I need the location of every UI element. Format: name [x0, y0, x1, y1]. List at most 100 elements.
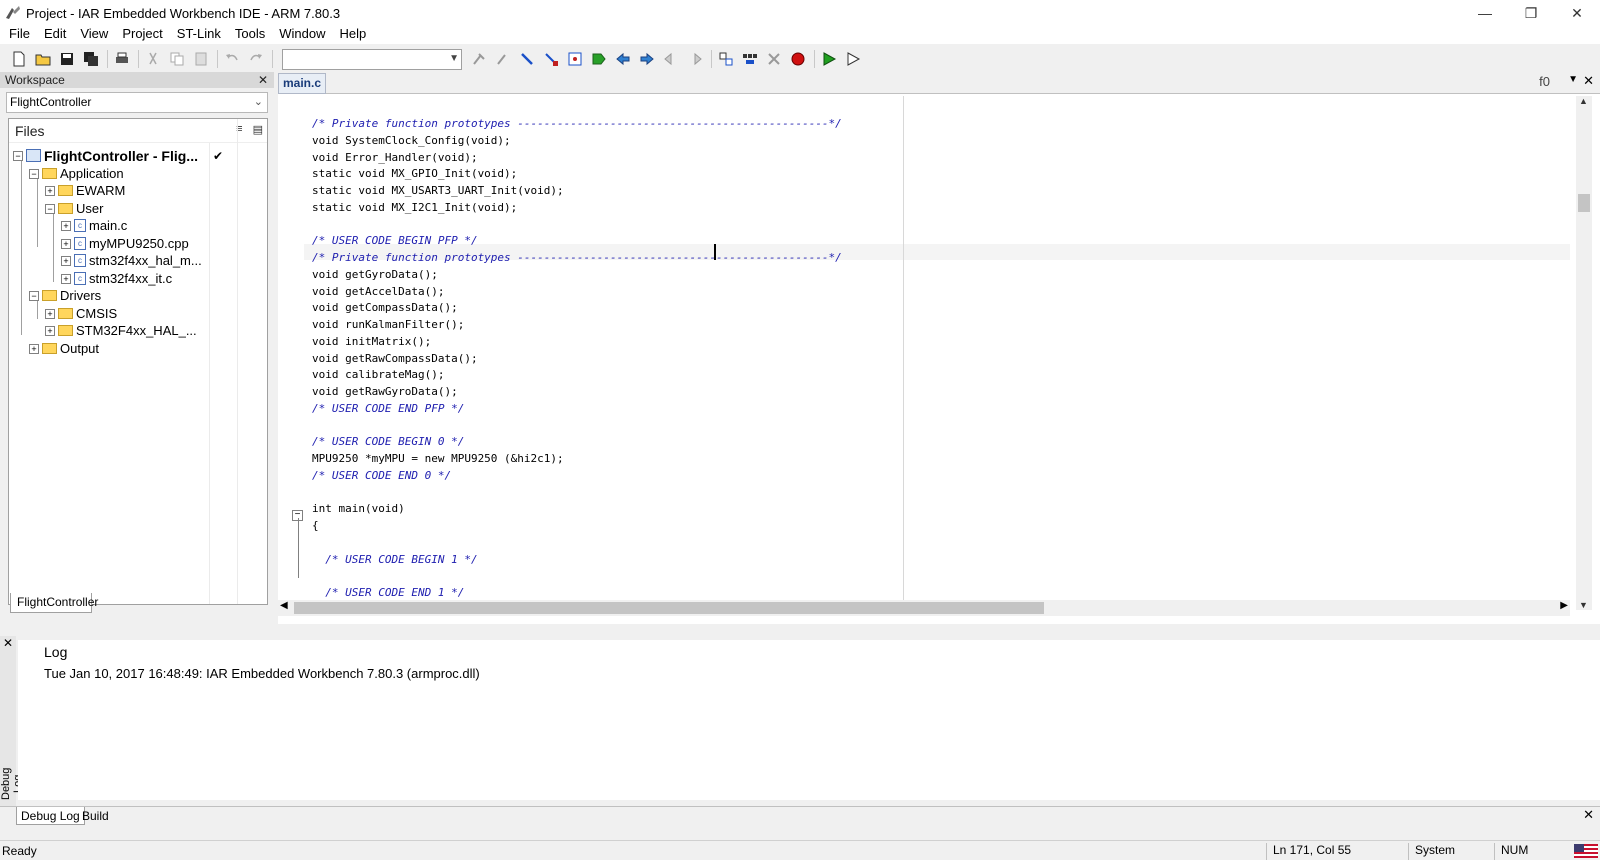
debug-without-download-icon[interactable] — [842, 48, 864, 70]
code-line[interactable]: void Error_Handler(void); — [312, 150, 842, 167]
replace-icon[interactable] — [540, 48, 562, 70]
code-line[interactable]: /* Private function prototypes ---------… — [312, 250, 842, 267]
scroll-left-icon[interactable]: ◀ — [280, 600, 288, 611]
expand-icon[interactable]: + — [45, 185, 55, 196]
close-icon[interactable]: ✕ — [3, 636, 13, 650]
editor-gutter[interactable] — [278, 96, 304, 600]
code-line[interactable] — [312, 485, 842, 502]
expand-icon[interactable]: + — [61, 273, 71, 284]
code-line[interactable] — [312, 535, 842, 552]
tab-build[interactable]: Build — [78, 807, 113, 825]
undo-icon[interactable] — [221, 48, 243, 70]
code-line[interactable]: /* USER CODE BEGIN 0 */ — [312, 434, 842, 451]
code-line[interactable]: static void MX_GPIO_Init(void); — [312, 166, 842, 183]
horizontal-scrollbar[interactable]: ◀ ▶ — [278, 600, 1570, 616]
menu-help[interactable]: Help — [332, 24, 373, 44]
browse-icon[interactable]: ▤ — [253, 123, 263, 136]
collapse-icon[interactable]: − — [13, 150, 23, 161]
goto-icon[interactable] — [564, 48, 586, 70]
code-line[interactable]: int main(void) — [312, 501, 842, 518]
tree-item-application[interactable]: − Application — [29, 165, 124, 182]
find-in-files-icon[interactable] — [516, 48, 538, 70]
close-button[interactable]: ✕ — [1554, 0, 1600, 26]
restore-button[interactable]: ❐ — [1508, 0, 1554, 26]
toggle-bookmark-icon[interactable] — [588, 48, 610, 70]
tab-list-icon[interactable]: ▼ — [1568, 74, 1578, 85]
tree-item-mympu9250[interactable]: + c myMPU9250.cpp — [61, 235, 189, 252]
tree-item-hal-msp[interactable]: + c stm32f4xx_hal_m... — [61, 252, 202, 269]
make-icon[interactable] — [739, 48, 761, 70]
find-combo[interactable]: ▼ — [282, 48, 462, 70]
menu-tools[interactable]: Tools — [228, 24, 272, 44]
save-all-icon[interactable] — [80, 48, 102, 70]
close-icon[interactable]: ✕ — [1583, 73, 1594, 89]
collapse-icon[interactable]: − — [45, 203, 55, 214]
save-icon[interactable] — [56, 48, 78, 70]
tree-item-hal-driver[interactable]: + STM32F4xx_HAL_... — [45, 322, 197, 339]
expand-icon[interactable]: + — [61, 220, 71, 231]
next-bookmark-icon[interactable] — [612, 48, 634, 70]
code-line[interactable]: void runKalmanFilter(); — [312, 317, 842, 334]
code-line[interactable]: static void MX_I2C1_Init(void); — [312, 200, 842, 217]
expand-icon[interactable]: + — [45, 325, 55, 336]
prev-bookmark-icon[interactable] — [636, 48, 658, 70]
code-line[interactable]: MPU9250 *myMPU = new MPU9250 (&hi2c1); — [312, 451, 842, 468]
menu-edit[interactable]: Edit — [37, 24, 73, 44]
code-line[interactable]: void getGyroData(); — [312, 267, 842, 284]
copy-icon[interactable] — [166, 48, 188, 70]
code-line[interactable]: { — [312, 518, 842, 535]
code-line[interactable]: void getAccelData(); — [312, 284, 842, 301]
cut-icon[interactable] — [142, 48, 164, 70]
log-output[interactable]: Log Tue Jan 10, 2017 16:48:49: IAR Embed… — [18, 640, 1600, 800]
scroll-thumb[interactable] — [1578, 194, 1590, 212]
close-icon[interactable]: ✕ — [1583, 807, 1594, 823]
tree-item-main-c[interactable]: + c main.c — [61, 217, 127, 234]
code-line[interactable]: /* Private function prototypes ---------… — [312, 116, 842, 133]
tree-item-cmsis[interactable]: + CMSIS — [45, 305, 117, 322]
find-next-icon[interactable] — [492, 48, 514, 70]
expand-icon[interactable]: + — [29, 343, 39, 354]
log-entry[interactable]: Tue Jan 10, 2017 16:48:49: IAR Embedded … — [44, 666, 480, 681]
tab-debug-log[interactable]: Debug Log — [16, 807, 85, 825]
code-line[interactable]: static void MX_USART3_UART_Init(void); — [312, 183, 842, 200]
configuration-select[interactable]: FlightController ⌄ — [6, 92, 268, 113]
function-selector[interactable]: f0 — [1539, 74, 1550, 89]
download-debug-icon[interactable] — [818, 48, 840, 70]
print-icon[interactable] — [111, 48, 133, 70]
breakpoint-icon[interactable] — [787, 48, 809, 70]
code-area[interactable]: /* Private function prototypes ---------… — [312, 116, 842, 602]
minimize-button[interactable]: — — [1462, 0, 1508, 26]
collapse-icon[interactable]: − — [29, 168, 39, 179]
tree-item-project[interactable]: − FlightController - Flig... ✔ — [13, 147, 223, 164]
expand-icon[interactable]: + — [45, 308, 55, 319]
stop-build-icon[interactable] — [763, 48, 785, 70]
expand-icon[interactable]: + — [61, 238, 71, 249]
code-line[interactable]: void getRawCompassData(); — [312, 351, 842, 368]
open-folder-icon[interactable] — [32, 48, 54, 70]
code-line[interactable]: void calibrateMag(); — [312, 367, 842, 384]
find-icon[interactable] — [468, 48, 490, 70]
tree-item-output[interactable]: + Output — [29, 340, 99, 357]
code-line[interactable] — [312, 568, 842, 585]
collapse-icon[interactable]: − — [29, 290, 39, 301]
code-line[interactable]: /* USER CODE BEGIN 1 */ — [312, 552, 842, 569]
new-file-icon[interactable] — [8, 48, 30, 70]
redo-icon[interactable] — [245, 48, 267, 70]
expand-icon[interactable]: + — [61, 255, 71, 266]
scroll-down-icon[interactable]: ▼ — [1579, 600, 1588, 610]
tab-main-c[interactable]: main.c — [278, 73, 326, 94]
scroll-right-icon[interactable]: ▶ — [1560, 600, 1568, 611]
menu-st-link[interactable]: ST-Link — [170, 24, 228, 44]
code-line[interactable]: /* USER CODE BEGIN PFP */ — [312, 233, 842, 250]
tree-item-user[interactable]: − User — [45, 200, 103, 217]
code-line[interactable]: /* USER CODE END PFP */ — [312, 401, 842, 418]
code-line[interactable]: void initMatrix(); — [312, 334, 842, 351]
code-line[interactable]: void SystemClock_Config(void); — [312, 133, 842, 150]
tree-item-drivers[interactable]: − Drivers — [29, 287, 101, 304]
code-line[interactable] — [312, 217, 842, 234]
navigate-forward-icon[interactable] — [684, 48, 706, 70]
menu-file[interactable]: File — [2, 24, 37, 44]
tree-item-it-c[interactable]: + c stm32f4xx_it.c — [61, 270, 172, 287]
menu-window[interactable]: Window — [272, 24, 332, 44]
scroll-thumb[interactable] — [294, 602, 1044, 614]
